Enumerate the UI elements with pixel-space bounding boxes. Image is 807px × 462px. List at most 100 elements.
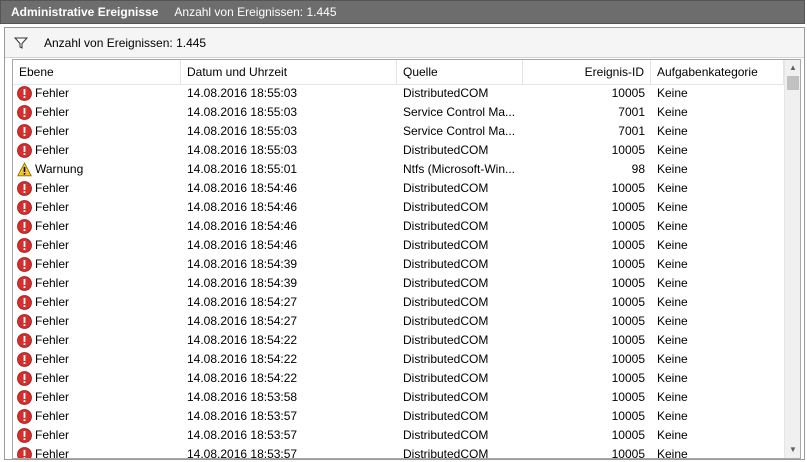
table-row[interactable]: Fehler 14.08.2016 18:53:57 DistributedCOM 1…: [13, 445, 784, 459]
table-row[interactable]: Fehler 14.08.2016 18:54:46 DistributedCOM 1…: [13, 217, 784, 236]
error-icon: [17, 276, 32, 291]
scroll-up-icon[interactable]: ▲: [785, 60, 800, 76]
vertical-scrollbar[interactable]: ▲ ▼: [784, 60, 800, 458]
events-table: Ebene Datum und Uhrzeit Quelle Ereignis-…: [12, 59, 801, 459]
table-row[interactable]: Fehler 14.08.2016 18:55:03 Service Control…: [13, 103, 784, 122]
table-header: Ebene Datum und Uhrzeit Quelle Ereignis-…: [13, 60, 784, 85]
table-row[interactable]: Fehler 14.08.2016 18:54:46 DistributedCOM 1…: [13, 236, 784, 255]
error-icon: [17, 257, 32, 272]
cell-event-id: 10005: [611, 447, 645, 459]
cell-level: Fehler: [17, 312, 181, 331]
level-text: Fehler: [35, 447, 70, 459]
filter-icon[interactable]: [14, 36, 28, 50]
table-row[interactable]: Fehler 14.08.2016 18:54:27 DistributedCOM 1…: [13, 293, 784, 312]
cell-category: Keine: [657, 238, 688, 252]
cell-source: DistributedCOM: [403, 86, 489, 100]
table-row[interactable]: Fehler 14.08.2016 18:53:57 DistributedCOM 1…: [13, 426, 784, 445]
table-row[interactable]: Fehler 14.08.2016 18:55:03 DistributedCOM 1…: [13, 141, 784, 160]
table-row[interactable]: Fehler 14.08.2016 18:54:22 DistributedCOM 1…: [13, 331, 784, 350]
column-header-category[interactable]: Aufgabenkategorie: [651, 60, 784, 84]
cell-datetime: 14.08.2016 18:54:46: [187, 181, 298, 195]
level-text: Fehler: [35, 276, 70, 290]
table-row[interactable]: Fehler 14.08.2016 18:54:27 DistributedCOM 1…: [13, 312, 784, 331]
cell-event-id: 10005: [611, 276, 645, 290]
table-body: Fehler 14.08.2016 18:55:03 DistributedCOM 1…: [13, 84, 784, 459]
level-text: Fehler: [35, 333, 70, 347]
table-row[interactable]: Fehler 14.08.2016 18:55:03 DistributedCOM 1…: [13, 84, 784, 103]
column-header-level[interactable]: Ebene: [13, 60, 181, 84]
error-icon: [17, 86, 32, 101]
cell-datetime: 14.08.2016 18:54:22: [187, 333, 298, 347]
cell-event-id: 10005: [611, 257, 645, 271]
cell-level: Fehler: [17, 445, 181, 459]
level-text: Fehler: [35, 371, 70, 385]
scrollbar-thumb[interactable]: [787, 76, 799, 90]
cell-source: DistributedCOM: [403, 219, 489, 233]
cell-category: Keine: [657, 409, 688, 423]
error-icon: [17, 333, 32, 348]
table-row[interactable]: Fehler 14.08.2016 18:54:22 DistributedCOM 1…: [13, 350, 784, 369]
cell-datetime: 14.08.2016 18:55:03: [187, 105, 298, 119]
cell-event-id: 10005: [611, 352, 645, 366]
cell-source: DistributedCOM: [403, 257, 489, 271]
cell-category: Keine: [657, 143, 688, 157]
view-titlebar: Administrative Ereignisse Anzahl von Ere…: [0, 0, 805, 24]
table-row[interactable]: Fehler 14.08.2016 18:54:46 DistributedCOM 1…: [13, 179, 784, 198]
error-icon: [17, 390, 32, 405]
cell-level: Fehler: [17, 255, 181, 274]
event-count-title: Anzahl von Ereignissen: 1.445: [174, 5, 337, 19]
cell-event-id: 10005: [611, 200, 645, 214]
column-header-event-id[interactable]: Ereignis-ID: [523, 60, 651, 84]
column-header-source[interactable]: Quelle: [397, 60, 523, 84]
table-row[interactable]: Fehler 14.08.2016 18:55:03 Service Control…: [13, 122, 784, 141]
filter-count-text: Anzahl von Ereignissen: 1.445: [44, 35, 207, 50]
level-text: Fehler: [35, 105, 70, 119]
level-text: Fehler: [35, 390, 70, 404]
cell-datetime: 14.08.2016 18:53:58: [187, 390, 298, 404]
column-header-datetime[interactable]: Datum und Uhrzeit: [181, 60, 397, 84]
table-row[interactable]: Warnung 14.08.2016 18:55:01 Ntfs (Microsof…: [13, 160, 784, 179]
filter-bar: Anzahl von Ereignissen: 1.445: [5, 28, 804, 58]
table-row[interactable]: Fehler 14.08.2016 18:53:57 DistributedCOM 1…: [13, 407, 784, 426]
cell-event-id: 10005: [611, 295, 645, 309]
cell-datetime: 14.08.2016 18:53:57: [187, 428, 298, 442]
level-text: Warnung: [35, 162, 84, 176]
table-row[interactable]: Fehler 14.08.2016 18:54:46 DistributedCOM 1…: [13, 198, 784, 217]
cell-event-id: 10005: [611, 428, 645, 442]
cell-datetime: 14.08.2016 18:53:57: [187, 409, 298, 423]
cell-event-id: 7001: [618, 105, 645, 119]
table-row[interactable]: Fehler 14.08.2016 18:53:58 DistributedCOM 1…: [13, 388, 784, 407]
level-text: Fehler: [35, 314, 70, 328]
events-panel: Anzahl von Ereignissen: 1.445 Ebene Datu…: [4, 27, 805, 460]
cell-category: Keine: [657, 162, 688, 176]
cell-level: Fehler: [17, 103, 181, 122]
error-icon: [17, 371, 32, 386]
level-text: Fehler: [35, 238, 70, 252]
cell-category: Keine: [657, 314, 688, 328]
level-text: Fehler: [35, 409, 70, 423]
cell-event-id: 10005: [611, 390, 645, 404]
cell-datetime: 14.08.2016 18:55:03: [187, 124, 298, 138]
cell-source: DistributedCOM: [403, 352, 489, 366]
table-row[interactable]: Fehler 14.08.2016 18:54:22 DistributedCOM 1…: [13, 369, 784, 388]
cell-source: DistributedCOM: [403, 428, 489, 442]
cell-category: Keine: [657, 447, 688, 459]
cell-source: DistributedCOM: [403, 276, 489, 290]
cell-event-id: 10005: [611, 219, 645, 233]
cell-event-id: 10005: [611, 181, 645, 195]
scroll-down-icon[interactable]: ▼: [785, 442, 800, 458]
cell-source: DistributedCOM: [403, 314, 489, 328]
error-icon: [17, 352, 32, 367]
cell-source: DistributedCOM: [403, 409, 489, 423]
table-row[interactable]: Fehler 14.08.2016 18:54:39 DistributedCOM 1…: [13, 274, 784, 293]
level-text: Fehler: [35, 295, 70, 309]
cell-level: Fehler: [17, 198, 181, 217]
error-icon: [17, 181, 32, 196]
cell-category: Keine: [657, 390, 688, 404]
cell-datetime: 14.08.2016 18:54:46: [187, 238, 298, 252]
cell-category: Keine: [657, 352, 688, 366]
cell-category: Keine: [657, 257, 688, 271]
table-row[interactable]: Fehler 14.08.2016 18:54:39 DistributedCOM 1…: [13, 255, 784, 274]
cell-level: Fehler: [17, 141, 181, 160]
level-text: Fehler: [35, 124, 70, 138]
